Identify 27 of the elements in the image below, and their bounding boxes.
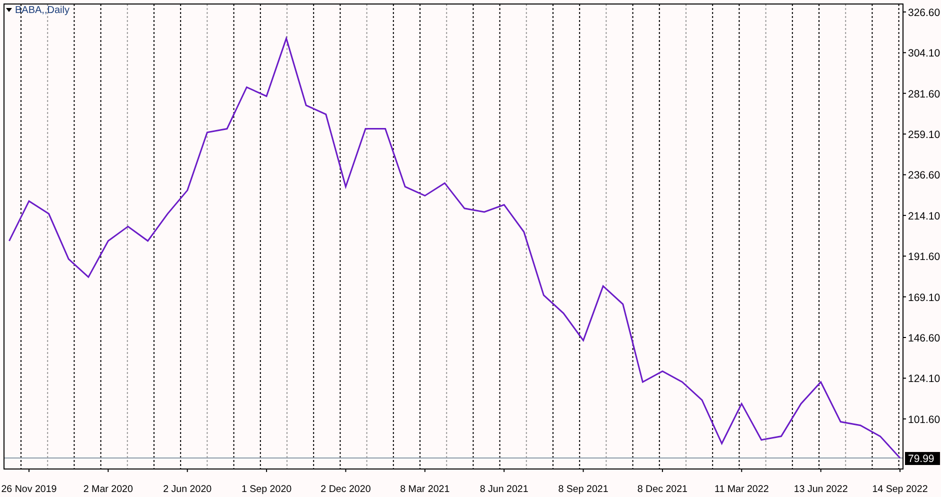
y-axis-label: 259.10: [908, 129, 940, 142]
y-axis-label: 124.10: [908, 373, 940, 386]
y-axis-label: 214.10: [908, 210, 940, 222]
x-axis-label: 14 Sep 2022: [872, 484, 928, 495]
x-axis-label: 11 Mar 2022: [714, 484, 769, 495]
x-axis-label: 8 Jun 2021: [480, 484, 528, 495]
y-axis-label: 281.60: [908, 88, 940, 100]
y-axis-label: 146.60: [908, 332, 940, 344]
x-axis-label: 2 Dec 2020: [320, 484, 371, 495]
x-axis-label: 2 Jun 2020: [163, 484, 212, 495]
x-axis-label: 1 Sep 2020: [241, 484, 292, 495]
x-axis-label: 8 Sep 2021: [558, 484, 608, 495]
y-axis-label: 304.10: [908, 48, 940, 60]
ref-line-label: 79.99: [908, 452, 934, 465]
x-axis-label: 2 Mar 2020: [83, 484, 133, 495]
y-axis-label: 326.60: [908, 6, 940, 19]
chart-title: BABA,,Daily: [15, 5, 70, 16]
price-tag: 79.99: [905, 452, 940, 465]
y-axis-label: 236.60: [908, 170, 940, 182]
dropdown-triangle-icon[interactable]: [6, 8, 12, 12]
x-axis-label: 13 Jun 2022: [794, 484, 848, 495]
y-axis-label: 101.60: [908, 414, 940, 426]
y-axis-label: 169.10: [908, 292, 940, 304]
x-axis-label: 8 Dec 2021: [637, 484, 688, 495]
x-axis-label: 26 Nov 2019: [1, 484, 57, 495]
x-axis-label: 8 Mar 2021: [400, 484, 450, 495]
y-axis-label: 191.60: [908, 251, 940, 264]
